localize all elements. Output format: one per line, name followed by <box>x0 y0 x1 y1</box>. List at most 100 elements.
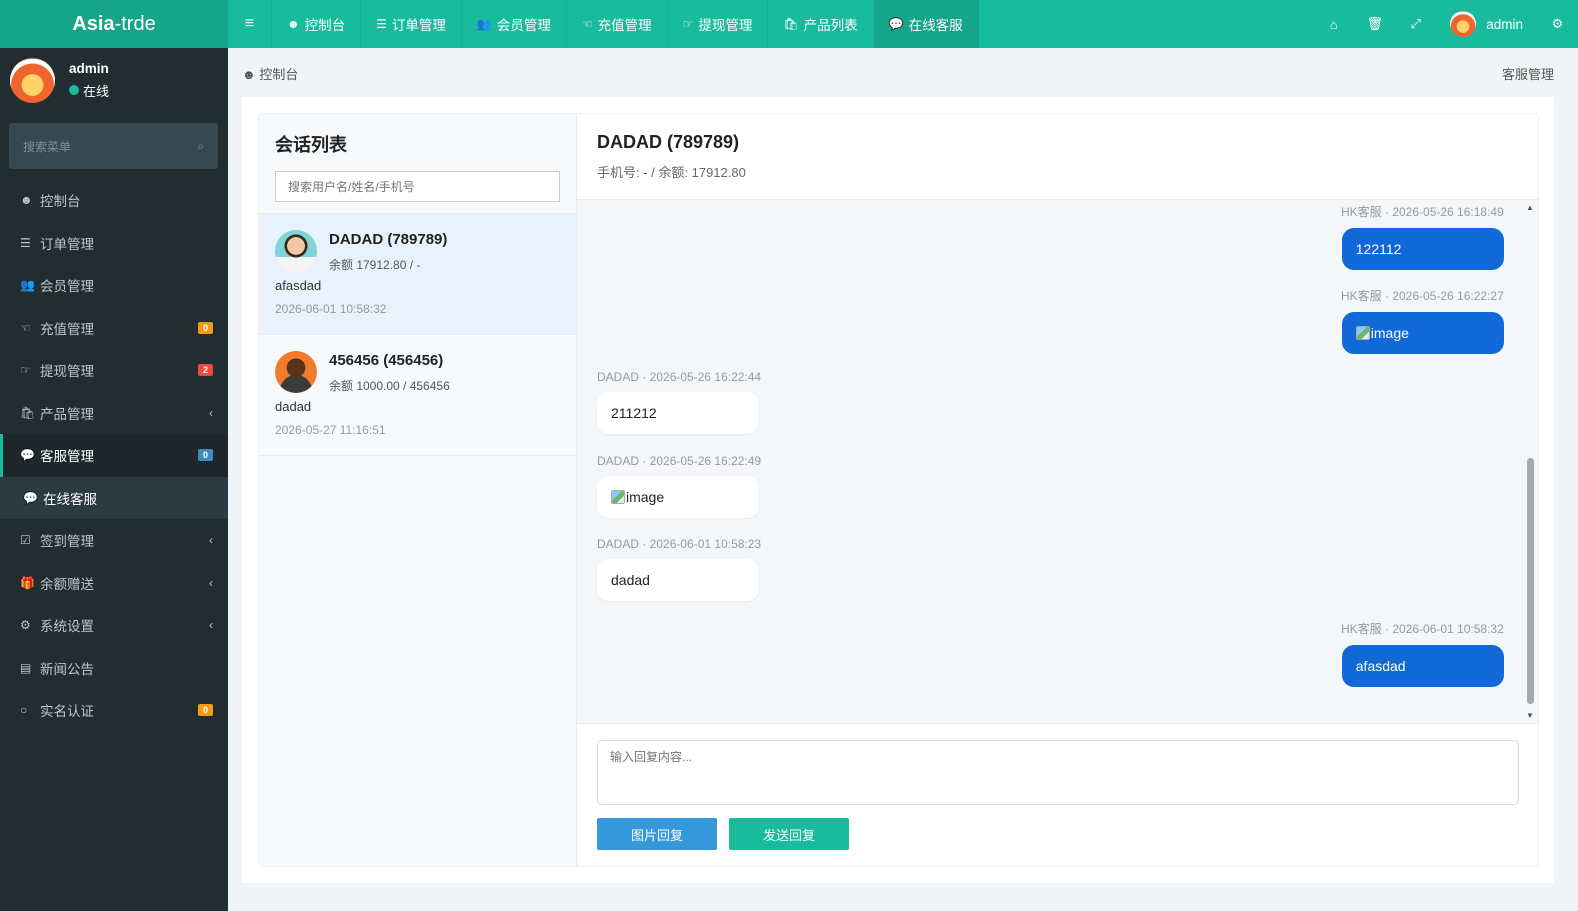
tab-recharge[interactable]: ☜ 充值管理 <box>567 0 668 48</box>
sidebar-item-dashboard[interactable]: ☻ 控制台 <box>0 179 228 222</box>
clear-cache-button[interactable]: 🗑 <box>1354 0 1395 48</box>
message-bubble: 211212 <box>597 392 759 434</box>
sidebar-item-label: 充值管理 <box>40 321 94 337</box>
dashboard-icon: ☻ <box>242 67 256 82</box>
count-badge: 0 <box>197 704 213 717</box>
user-panel: admin 在线 <box>0 48 228 112</box>
expand-icon: ⤢ <box>1410 16 1421 31</box>
users-icon: 👥 <box>20 278 35 293</box>
tab-label: 订单管理 <box>391 18 446 33</box>
sidebar-item-orders[interactable]: ☰ 订单管理 <box>0 222 228 265</box>
conversation-item[interactable]: 456456 (456456) 余额 1000.00 / 456456 dada… <box>259 335 576 456</box>
sidebar-item-label: 产品管理 <box>40 406 94 422</box>
dashboard-icon: ☻ <box>20 193 33 208</box>
sidebar-item-withdraw[interactable]: ☞ 提现管理 2 <box>0 349 228 392</box>
sidebar-item-verification[interactable]: ○ 实名认证 0 <box>0 689 228 732</box>
gears-icon: ⚙ <box>20 618 31 633</box>
image-alt-text: image <box>1370 325 1409 341</box>
sidebar-item-balance-gift[interactable]: 🎁 余额赠送 ‹ <box>0 562 228 605</box>
message-incoming: DADAD · 2026-05-26 16:22:49 image <box>597 454 761 518</box>
sidebar-item-system-settings[interactable]: ⚙ 系统设置 ‹ <box>0 604 228 647</box>
broken-image-icon <box>611 490 625 504</box>
reply-buttons: 图片回复 发送回复 <box>597 818 1519 850</box>
conversation-item-top: 456456 (456456) 余额 1000.00 / 456456 <box>275 351 560 394</box>
conversation-name: DADAD (789789) <box>329 231 448 248</box>
chevron-left-icon: ‹ <box>209 618 213 633</box>
message-bubble[interactable]: image <box>1341 312 1504 354</box>
breadcrumb[interactable]: ☻ 控制台 <box>242 64 298 83</box>
scrollbar-thumb[interactable] <box>1527 458 1534 704</box>
menu-toggle-button[interactable]: ≡ <box>228 0 272 48</box>
hand-right-icon: ☞ <box>682 17 694 31</box>
sidebar-item-label: 系统设置 <box>40 619 94 635</box>
tab-label: 产品列表 <box>803 18 858 33</box>
conversation-last-message: afasdad <box>275 278 322 293</box>
shopping-bag-icon: 🛍 <box>20 405 36 420</box>
top-right-tools: ⌂ 🗑 ⤢ admin ⚙ <box>1313 0 1578 48</box>
users-icon: 👥 <box>476 17 492 31</box>
count-badge: 2 <box>197 364 213 377</box>
image-alt-text: image <box>626 489 665 505</box>
home-button[interactable]: ⌂ <box>1313 0 1354 48</box>
sidebar-item-label: 客服管理 <box>40 449 94 465</box>
tab-label: 在线客服 <box>908 18 963 33</box>
top-navbar: Asia -trde ≡ ☻ 控制台 ☰ 订单管理 👥 会员管理 ☜ 充值管理 ☞ 提现管理… <box>0 0 1578 48</box>
tab-products[interactable]: 🛍 产品列表 <box>768 0 874 48</box>
conversation-item[interactable]: DADAD (789789) 余额 17912.80 / - afasdad 2… <box>259 214 576 335</box>
sidebar-item-products[interactable]: 🛍 产品管理 ‹ <box>0 392 228 435</box>
message-list[interactable]: HK客服 · 2026-05-26 16:18:49 122112 HK客服 ·… <box>577 200 1538 723</box>
user-menu[interactable]: admin <box>1436 0 1537 48</box>
fullscreen-button[interactable]: ⤢ <box>1395 0 1436 48</box>
sidebar-item-customer-service[interactable]: 💬 客服管理 0 <box>0 434 228 477</box>
message-incoming: DADAD · 2026-06-01 10:58:23 dadad <box>597 537 761 601</box>
dashboard-icon: ☻ <box>287 17 300 31</box>
message-bubble[interactable]: image <box>597 476 759 518</box>
settings-button[interactable]: ⚙ <box>1537 0 1578 48</box>
tab-dashboard[interactable]: ☻ 控制台 <box>272 0 362 48</box>
search-placeholder: 搜索菜单 <box>23 139 72 154</box>
sidebar-search-input[interactable]: 搜索菜单 ⌕ <box>9 123 218 169</box>
message-bubble: 122112 <box>1341 228 1504 270</box>
message-scrollbar[interactable]: ▲ ▼ <box>1522 200 1538 723</box>
conversation-time: 2026-05-27 11:16:51 <box>275 423 386 437</box>
calendar-check-icon: ☑ <box>20 533 31 548</box>
chat-user-info: 手机号: - / 余额: 17912.80 <box>597 165 746 180</box>
main-content: ☻ 控制台 客服管理 会话列表 DADAD (789789) 余额 17912.… <box>228 48 1578 911</box>
brand-logo[interactable]: Asia -trde <box>0 0 228 48</box>
home-icon: ⌂ <box>1329 16 1338 32</box>
tab-withdraw[interactable]: ☞ 提现管理 <box>668 0 769 48</box>
conversation-search-input[interactable] <box>275 171 560 202</box>
sidebar-item-signin[interactable]: ☑ 签到管理 ‹ <box>0 519 228 562</box>
hand-right-icon: ☞ <box>20 363 31 378</box>
sidebar-menu: ☻ 控制台 ☰ 订单管理 👥 会员管理 ☜ 充值管理 0 ☞ 提现管理 2 🛍 产品管理 ‹ 💬 客… <box>0 179 228 732</box>
sidebar-item-news[interactable]: ▤ 新闻公告 <box>0 647 228 690</box>
gears-icon: ⚙ <box>1551 16 1564 31</box>
tab-label: 会员管理 <box>496 18 551 33</box>
scroll-down-icon[interactable]: ▼ <box>1526 711 1534 720</box>
avatar <box>275 230 317 272</box>
list-icon: ☰ <box>376 17 387 31</box>
breadcrumb-label: 控制台 <box>259 67 299 82</box>
tab-members[interactable]: 👥 会员管理 <box>462 0 567 48</box>
chat-panel: DADAD (789789) 手机号: - / 余额: 17912.80 HK客… <box>577 114 1538 866</box>
reply-input[interactable] <box>597 740 1519 805</box>
tab-orders[interactable]: ☰ 订单管理 <box>361 0 462 48</box>
user-name: admin <box>1486 16 1523 32</box>
sidebar-item-online-service[interactable]: 💬 在线客服 <box>0 476 228 519</box>
sidebar-item-recharge[interactable]: ☜ 充值管理 0 <box>0 307 228 350</box>
message-bubble: dadad <box>597 559 759 601</box>
scroll-up-icon[interactable]: ▲ <box>1526 203 1534 212</box>
image-reply-button[interactable]: 图片回复 <box>597 818 717 850</box>
chat-header: DADAD (789789) 手机号: - / 余额: 17912.80 <box>577 114 1538 200</box>
tab-online-service[interactable]: 💬 在线客服 <box>873 0 979 48</box>
chat-icon: 💬 <box>23 490 38 505</box>
chevron-left-icon: ‹ <box>209 575 213 590</box>
tab-label: 充值管理 <box>597 18 652 33</box>
gift-icon: 🎁 <box>20 575 35 590</box>
sidebar-item-label: 实名认证 <box>40 704 94 720</box>
message-bubble: afasdad <box>1341 645 1504 687</box>
send-reply-button[interactable]: 发送回复 <box>729 818 849 850</box>
sidebar-item-members[interactable]: 👥 会员管理 <box>0 264 228 307</box>
sidebar-item-label: 余额赠送 <box>40 576 94 592</box>
avatar <box>275 351 317 393</box>
